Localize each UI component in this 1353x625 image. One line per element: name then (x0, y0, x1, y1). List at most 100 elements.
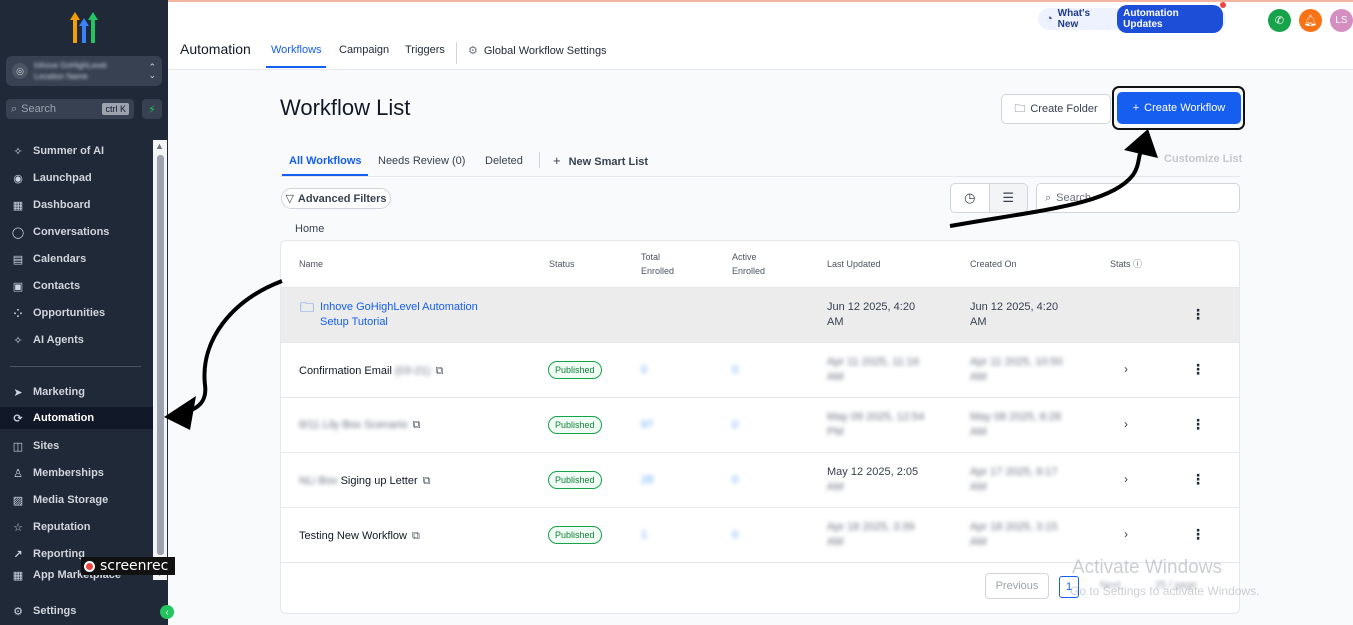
sidebar-item-label: Calendars (33, 253, 87, 265)
sidebar-item-sites[interactable]: ◫ Sites (10, 435, 60, 457)
sidebar-item-ai-agents[interactable]: ✧ AI Agents (10, 329, 84, 351)
sidebar-item-settings[interactable]: ⚙ Settings (10, 600, 76, 622)
folder-name[interactable]: Inhove GoHighLevel Automation Setup Tutor… (320, 300, 478, 330)
workflow-name[interactable]: Confirmation Email (03-21) ⧉ (299, 364, 443, 379)
page-title: Workflow List (280, 95, 411, 120)
workflow-name[interactable]: Testing New Workflow ⧉ (299, 529, 420, 544)
more-options-icon[interactable]: ⋮ (1191, 471, 1205, 488)
column-header-active-enrolled[interactable]: Active Enrolled (732, 250, 778, 278)
folder-icon: 🗀︎ (1014, 102, 1026, 115)
column-header-status[interactable]: Status (549, 257, 575, 271)
stats-label: Stats (1110, 259, 1131, 269)
column-header-total-enrolled[interactable]: Total Enrolled (641, 250, 687, 278)
user-avatar[interactable]: LS (1330, 9, 1353, 32)
sidebar-item-marketing[interactable]: ➤ Marketing (10, 381, 85, 403)
external-link-icon[interactable]: ⧉ (423, 475, 431, 487)
phone-button[interactable]: ✆ (1268, 9, 1291, 32)
sidebar-item-memberships[interactable]: ♙ Memberships (10, 462, 104, 484)
advanced-filters-button[interactable]: ▽ Advanced Filters (281, 188, 391, 209)
screenrec-watermark: screenrec (81, 557, 175, 575)
table-row[interactable]: Testing New Workflow ⧉ Published 1 0 Apr … (281, 507, 1239, 562)
sidebar-item-summer-of-ai[interactable]: ✧ Summer of AI (10, 140, 104, 162)
tab-needs-review[interactable]: Needs Review (0) (378, 155, 465, 167)
sidebar-item-dashboard[interactable]: ▦ Dashboard (10, 194, 91, 216)
workflow-search-input[interactable]: ⌕ Search (1036, 183, 1240, 213)
sites-icon: ◫ (12, 440, 24, 453)
stats-chevron-icon[interactable]: › (1124, 417, 1128, 431)
stats-chevron-icon[interactable]: › (1124, 472, 1128, 486)
stats-chevron-icon[interactable]: › (1124, 362, 1128, 376)
collapse-sidebar-button[interactable]: ‹ (160, 605, 174, 619)
create-folder-button[interactable]: 🗀︎ Create Folder (1001, 94, 1111, 124)
folder-row[interactable]: 🗀︎ Inhove GoHighLevel Automation Setup Tu… (281, 287, 1239, 342)
table-row[interactable]: Confirmation Email (03-21) ⧉ Published 0 … (281, 342, 1239, 397)
info-icon: ⓘ (1133, 259, 1143, 269)
more-options-icon[interactable]: ⋮ (1191, 361, 1205, 378)
total-enrolled[interactable]: 28 (641, 473, 653, 488)
table-row[interactable]: NLi Box Siging up Letter ⧉ Published 28 0… (281, 452, 1239, 507)
active-enrolled[interactable]: 0 (732, 363, 738, 378)
status-badge: Published (548, 471, 602, 489)
automation-updates-badge[interactable]: Automation Updates (1117, 2, 1226, 33)
workflow-name[interactable]: 8/11 Lily Box Scenario ⧉ (299, 418, 421, 433)
total-enrolled[interactable]: 97 (641, 418, 653, 433)
sidebar-item-contacts[interactable]: ▣ Contacts (10, 275, 80, 297)
active-enrolled[interactable]: 0 (732, 418, 738, 433)
tab-triggers[interactable]: Triggers (405, 44, 445, 56)
scroll-up-arrow-icon[interactable]: ▲ (155, 141, 164, 151)
sidebar-item-media-storage[interactable]: ▨ Media Storage (10, 489, 108, 511)
list-view-button[interactable]: ☰ (988, 184, 1027, 212)
annotation-arrowhead-up (1124, 129, 1158, 158)
more-options-icon[interactable]: ⋮ (1191, 306, 1205, 323)
sidebar-item-reputation[interactable]: ☆ Reputation (10, 516, 90, 538)
column-header-created-on[interactable]: Created On (970, 257, 1017, 271)
clock-view-button[interactable]: ◷ (951, 184, 989, 212)
last-updated: Apr 18 2025, 3:39 AM (827, 520, 914, 550)
search-icon: ⌕ (1045, 191, 1052, 204)
active-enrolled[interactable]: 0 (732, 473, 738, 488)
external-link-icon[interactable]: ⧉ (412, 530, 420, 542)
sidebar-search-input[interactable]: ⌕ Search ctrl K (6, 99, 134, 119)
previous-page-button[interactable]: Previous (985, 573, 1049, 599)
breadcrumb[interactable]: Home (295, 223, 324, 235)
tab-workflows[interactable]: Workflows (271, 44, 322, 56)
created-on-line1: Apr 18 2025, 3:15 (970, 521, 1058, 533)
more-options-icon[interactable]: ⋮ (1191, 416, 1205, 433)
account-switcher[interactable]: ◎ Inhove GoHighLevel Location Name ⌃ ⌄ (6, 56, 162, 86)
notifications-button[interactable]: 🔔︎ (1299, 9, 1322, 32)
customize-list-button[interactable]: Customize List (1164, 153, 1242, 165)
sidebar-item-opportunities[interactable]: ⁘ Opportunities (10, 302, 105, 324)
new-smart-list-button[interactable]: + New Smart List (553, 153, 648, 168)
tab-global-workflow-settings[interactable]: ⚙ Global Workflow Settings (468, 44, 607, 57)
sidebar-item-calendars[interactable]: ▤ Calendars (10, 248, 86, 270)
sidebar-item-automation[interactable]: ⟳ Automation (0, 407, 153, 429)
column-header-stats[interactable]: Stats ⓘ (1110, 257, 1142, 271)
total-enrolled[interactable]: 0 (641, 363, 647, 378)
external-link-icon[interactable]: ⧉ (413, 419, 421, 431)
whats-new-button[interactable]: ◔ What's New Automation Updates (1038, 2, 1226, 33)
tab-all-workflows[interactable]: All Workflows (289, 155, 362, 167)
app-logo-icon (70, 12, 98, 43)
screenrec-label: screenrec (100, 558, 169, 574)
total-enrolled[interactable]: 1 (641, 528, 647, 543)
stats-chevron-icon[interactable]: › (1124, 527, 1128, 541)
workflow-name[interactable]: NLi Box Siging up Letter ⧉ (299, 474, 431, 489)
create-workflow-button[interactable]: + Create Workflow (1117, 92, 1241, 124)
external-link-icon[interactable]: ⧉ (435, 365, 443, 377)
sidebar-item-reporting[interactable]: ↗ Reporting (10, 543, 85, 565)
more-options-icon[interactable]: ⋮ (1191, 526, 1205, 543)
notification-dot (1220, 2, 1226, 8)
table-row[interactable]: 8/11 Lily Box Scenario ⧉ Published 97 0 M… (281, 397, 1239, 452)
quick-action-button[interactable]: ⚡ (142, 99, 162, 119)
tab-campaign[interactable]: Campaign (339, 44, 389, 56)
sidebar-item-label: Settings (33, 605, 77, 617)
sidebar-item-conversations[interactable]: ◯ Conversations (10, 221, 110, 243)
advanced-filters-label: Advanced Filters (297, 192, 387, 205)
column-header-last-updated[interactable]: Last Updated (827, 257, 881, 271)
column-header-name[interactable]: Name (299, 257, 323, 271)
sidebar-item-launchpad[interactable]: ◉ Launchpad (10, 167, 91, 189)
tab-deleted[interactable]: Deleted (485, 155, 523, 167)
sidebar-scroll-thumb[interactable] (157, 155, 164, 555)
active-enrolled[interactable]: 0 (732, 528, 738, 543)
sidebar-item-label: Marketing (33, 386, 85, 398)
